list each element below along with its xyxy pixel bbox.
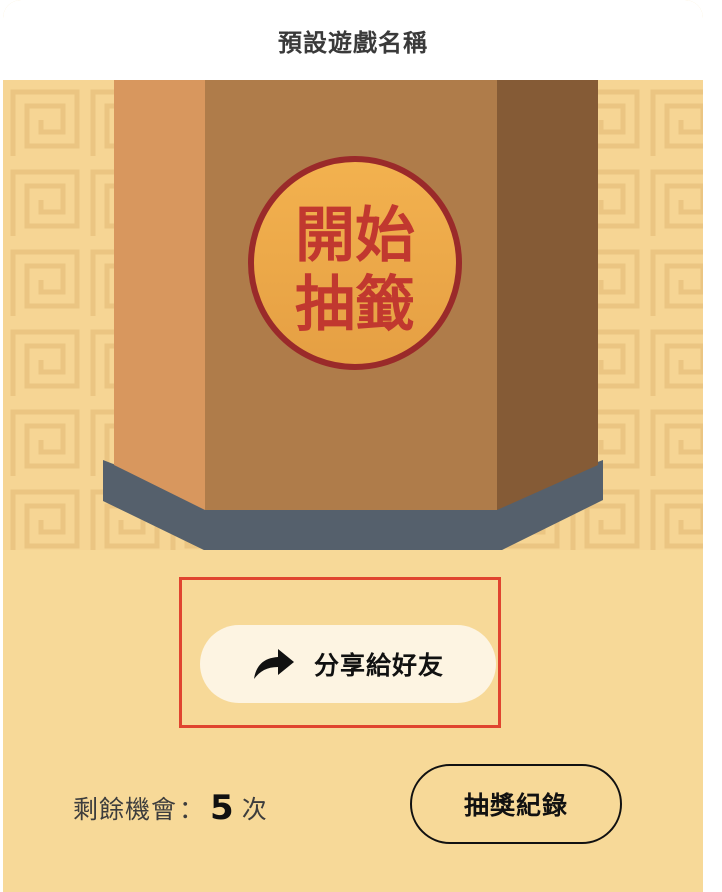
draw-record-button[interactable]: 抽獎紀錄 — [410, 764, 622, 844]
share-arrow-icon — [253, 649, 294, 679]
share-button-label: 分享給好友 — [313, 652, 444, 680]
share-button[interactable]: 分享給好友 — [200, 625, 496, 703]
remaining-label: 剩餘機會 — [73, 795, 178, 824]
start-label-line1: 開始 — [295, 201, 415, 271]
remaining-count: 5 — [210, 788, 234, 828]
remaining-unit: 次 — [241, 795, 267, 824]
start-label-line2: 抽籤 — [295, 270, 415, 340]
box-right-face — [497, 80, 598, 510]
remaining-colon: ： — [179, 795, 205, 824]
remaining-chances: 剩餘機會 ： 5 次 — [73, 783, 267, 833]
draw-box[interactable]: 開始 抽籤 — [3, 80, 703, 550]
game-card: 預設遊戲名稱 開始 抽籤 — [3, 0, 703, 892]
draw-stage: 開始 抽籤 — [3, 80, 703, 550]
start-draw-button[interactable]: 開始 抽籤 — [248, 156, 462, 370]
box-left-face — [114, 80, 205, 510]
page-title: 預設遊戲名稱 — [3, 0, 703, 80]
